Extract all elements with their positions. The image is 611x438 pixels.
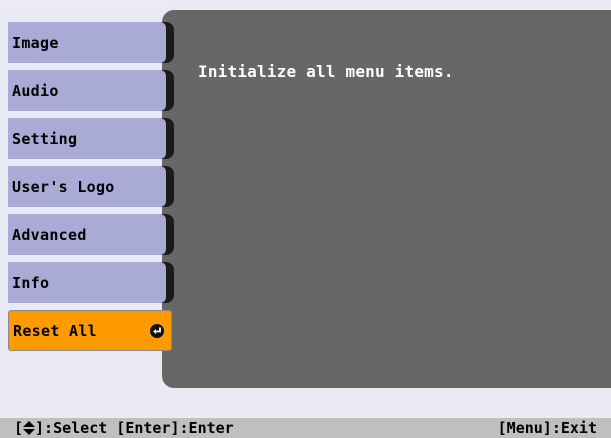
menu-tab[interactable]: User's Logo (8, 166, 166, 207)
status-bar: [ ]:Select [Enter]:Enter [Menu]:Exit (0, 418, 611, 438)
status-select-enter-hint: ]:Select [Enter]:Enter (35, 419, 234, 437)
up-down-arrow-icon (23, 421, 36, 435)
menu-tab[interactable]: Advanced (8, 214, 166, 255)
menu-item-label: Reset All (13, 321, 97, 340)
status-hint-left: [ ]:Select [Enter]:Enter (14, 419, 234, 437)
menu-item-users-logo[interactable]: User's Logo (8, 166, 174, 207)
content-panel: Initialize all menu items. (162, 10, 611, 388)
menu-item-label: User's Logo (12, 177, 115, 196)
projector-menu-screen: Initialize all menu items. Image Audio S… (0, 0, 611, 438)
menu-item-reset-all[interactable]: Reset All (8, 310, 174, 351)
status-bracket-open: [ (14, 419, 24, 437)
menu-tab[interactable]: Audio (8, 70, 166, 111)
menu-item-label: Audio (12, 81, 59, 100)
menu-item-setting[interactable]: Setting (8, 118, 174, 159)
enter-icon (149, 323, 165, 339)
content-message: Initialize all menu items. (198, 62, 454, 81)
menu-tab[interactable]: Setting (8, 118, 166, 159)
menu-tab[interactable]: Image (8, 22, 166, 63)
menu-item-advanced[interactable]: Advanced (8, 214, 174, 255)
main-menu: Image Audio Setting User's Logo Advanced (8, 22, 174, 358)
top-strip (0, 0, 165, 12)
menu-item-audio[interactable]: Audio (8, 70, 174, 111)
menu-item-label: Info (12, 273, 50, 292)
menu-item-info[interactable]: Info (8, 262, 174, 303)
menu-item-image[interactable]: Image (8, 22, 174, 63)
menu-item-label: Setting (12, 129, 78, 148)
menu-tab[interactable]: Info (8, 262, 166, 303)
menu-item-label: Advanced (12, 225, 87, 244)
menu-tab-selected[interactable]: Reset All (8, 310, 172, 351)
status-exit-hint: [Menu]:Exit (497, 419, 597, 437)
menu-item-label: Image (12, 33, 59, 52)
